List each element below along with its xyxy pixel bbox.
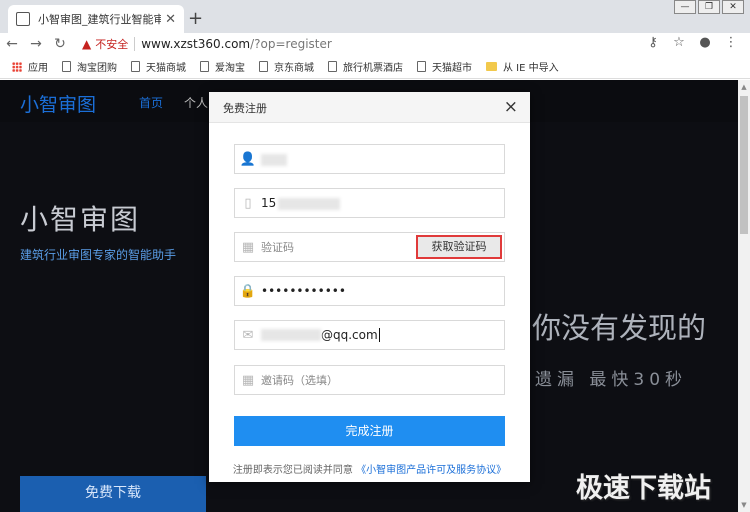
redacted-text <box>261 329 321 342</box>
password-field[interactable]: 🔒 •••••••••••• <box>234 276 505 306</box>
bookmark-item[interactable]: 天猫超市 <box>417 59 472 74</box>
username-field[interactable]: 👤 <box>234 144 505 174</box>
warning-icon[interactable]: ▲ <box>82 37 91 51</box>
promo-line-2: 遗漏 最快30秒 <box>535 370 688 390</box>
bookmark-item[interactable]: 爱淘宝 <box>200 59 245 74</box>
account-icon[interactable]: ● <box>692 35 718 50</box>
bookmarks-bar: 应用 淘宝团购 天猫商城 爱淘宝 京东商城 旅行机票酒店 天猫超市 从 IE 中… <box>0 55 750 79</box>
code-field[interactable]: ▦ 验证码 获取验证码 <box>234 232 505 262</box>
bookmark-apps[interactable]: 应用 <box>12 59 48 74</box>
reload-icon[interactable]: ↻ <box>48 36 72 52</box>
url-path[interactable]: /?op=register <box>250 37 332 51</box>
email-field[interactable]: ✉ @qq.com <box>234 320 505 350</box>
bookmark-item[interactable]: 淘宝团购 <box>62 59 117 74</box>
watermark: 极速下载站 <box>576 473 711 504</box>
page-icon <box>417 61 426 72</box>
nav-home[interactable]: 首页 <box>139 94 163 111</box>
new-tab-button[interactable]: + <box>188 8 203 29</box>
agreement-line: 注册即表示您已阅读并同意 《小智审图产品许可及服务协议》 <box>232 465 507 476</box>
close-icon[interactable]: × <box>504 97 518 117</box>
browser-toolbar: ← → ↻ ▲ 不安全 www.xzst360.com /?op=registe… <box>0 33 750 55</box>
insecure-label[interactable]: 不安全 <box>95 36 128 52</box>
tab-bar: 小智审图_建筑行业智能审图助手 ✕ + — ❐ ✕ <box>0 0 750 33</box>
phone-field[interactable]: ▯ 15 <box>234 188 505 218</box>
mail-icon: ✉ <box>242 327 254 343</box>
agreement-link[interactable]: 《小智审图产品许可及服务协议》 <box>356 465 506 476</box>
bookmark-item[interactable]: 天猫商城 <box>131 59 186 74</box>
get-code-button[interactable]: 获取验证码 <box>416 235 502 259</box>
text-caret <box>378 328 380 343</box>
close-window-icon[interactable]: ✕ <box>722 0 744 14</box>
page-icon <box>200 61 209 72</box>
minimize-icon[interactable]: — <box>674 0 696 14</box>
redacted-text <box>261 153 287 166</box>
invite-field[interactable]: ▦ 邀请码（选填） <box>234 365 505 395</box>
calculator-icon: ▦ <box>241 239 255 255</box>
window-controls: — ❐ ✕ <box>672 0 744 14</box>
submit-button[interactable]: 完成注册 <box>234 416 505 446</box>
restore-icon[interactable]: ❐ <box>698 0 720 14</box>
page-icon <box>259 61 268 72</box>
browser-tab[interactable]: 小智审图_建筑行业智能审图助手 ✕ <box>8 5 184 33</box>
password-value: •••••••••••• <box>261 284 346 298</box>
address-bar[interactable]: ▲ 不安全 www.xzst360.com /?op=register <box>82 33 676 55</box>
forward-icon[interactable]: → <box>24 36 48 52</box>
scrollbar[interactable]: ▲ ▼ <box>738 80 750 512</box>
bookmark-item[interactable]: 旅行机票酒店 <box>328 59 403 74</box>
apps-icon <box>12 61 22 72</box>
bookmark-folder[interactable]: 从 IE 中导入 <box>486 59 559 74</box>
divider <box>134 37 136 51</box>
menu-icon[interactable]: ⋮ <box>718 35 744 50</box>
dialog-title: 免费注册 <box>223 102 267 115</box>
calculator-icon: ▦ <box>241 372 255 388</box>
hero-title: 小智审图 <box>20 203 141 236</box>
hero-subtitle: 建筑行业审图专家的智能助手 <box>20 248 177 262</box>
toolbar-actions: ⚷ ☆ ● ⋮ <box>640 35 744 50</box>
invite-placeholder: 邀请码（选填） <box>261 374 338 387</box>
page-icon <box>131 61 140 72</box>
user-icon: 👤 <box>239 151 257 167</box>
lock-icon: 🔒 <box>239 283 257 299</box>
url-host[interactable]: www.xzst360.com <box>141 37 250 51</box>
register-dialog: 免费注册 × 👤 ▯ 15 ▦ 验证码 获取验证码 🔒 ••••••••••••… <box>209 92 530 482</box>
redacted-text <box>278 197 341 210</box>
close-tab-icon[interactable]: ✕ <box>165 12 176 27</box>
back-icon[interactable]: ← <box>0 36 24 52</box>
scroll-up-icon[interactable]: ▲ <box>738 80 750 94</box>
scroll-down-icon[interactable]: ▼ <box>738 498 750 512</box>
folder-icon <box>486 62 497 71</box>
code-placeholder: 验证码 <box>261 241 294 254</box>
scroll-thumb[interactable] <box>740 96 748 234</box>
dialog-header: 免费注册 × <box>209 92 530 123</box>
promo-line-1: 你没有发现的 <box>532 311 707 345</box>
phone-icon: ▯ <box>244 195 252 211</box>
download-button[interactable]: 免费下载 <box>20 476 206 512</box>
nav-personal[interactable]: 个人 <box>184 94 208 111</box>
key-icon[interactable]: ⚷ <box>640 35 666 50</box>
page-icon <box>62 61 71 72</box>
tab-title: 小智审图_建筑行业智能审图助手 <box>38 13 162 26</box>
page-icon <box>16 12 30 26</box>
bookmark-item[interactable]: 京东商城 <box>259 59 314 74</box>
page-icon <box>328 61 337 72</box>
star-icon[interactable]: ☆ <box>666 35 692 50</box>
site-logo[interactable]: 小智审图 <box>20 90 96 117</box>
